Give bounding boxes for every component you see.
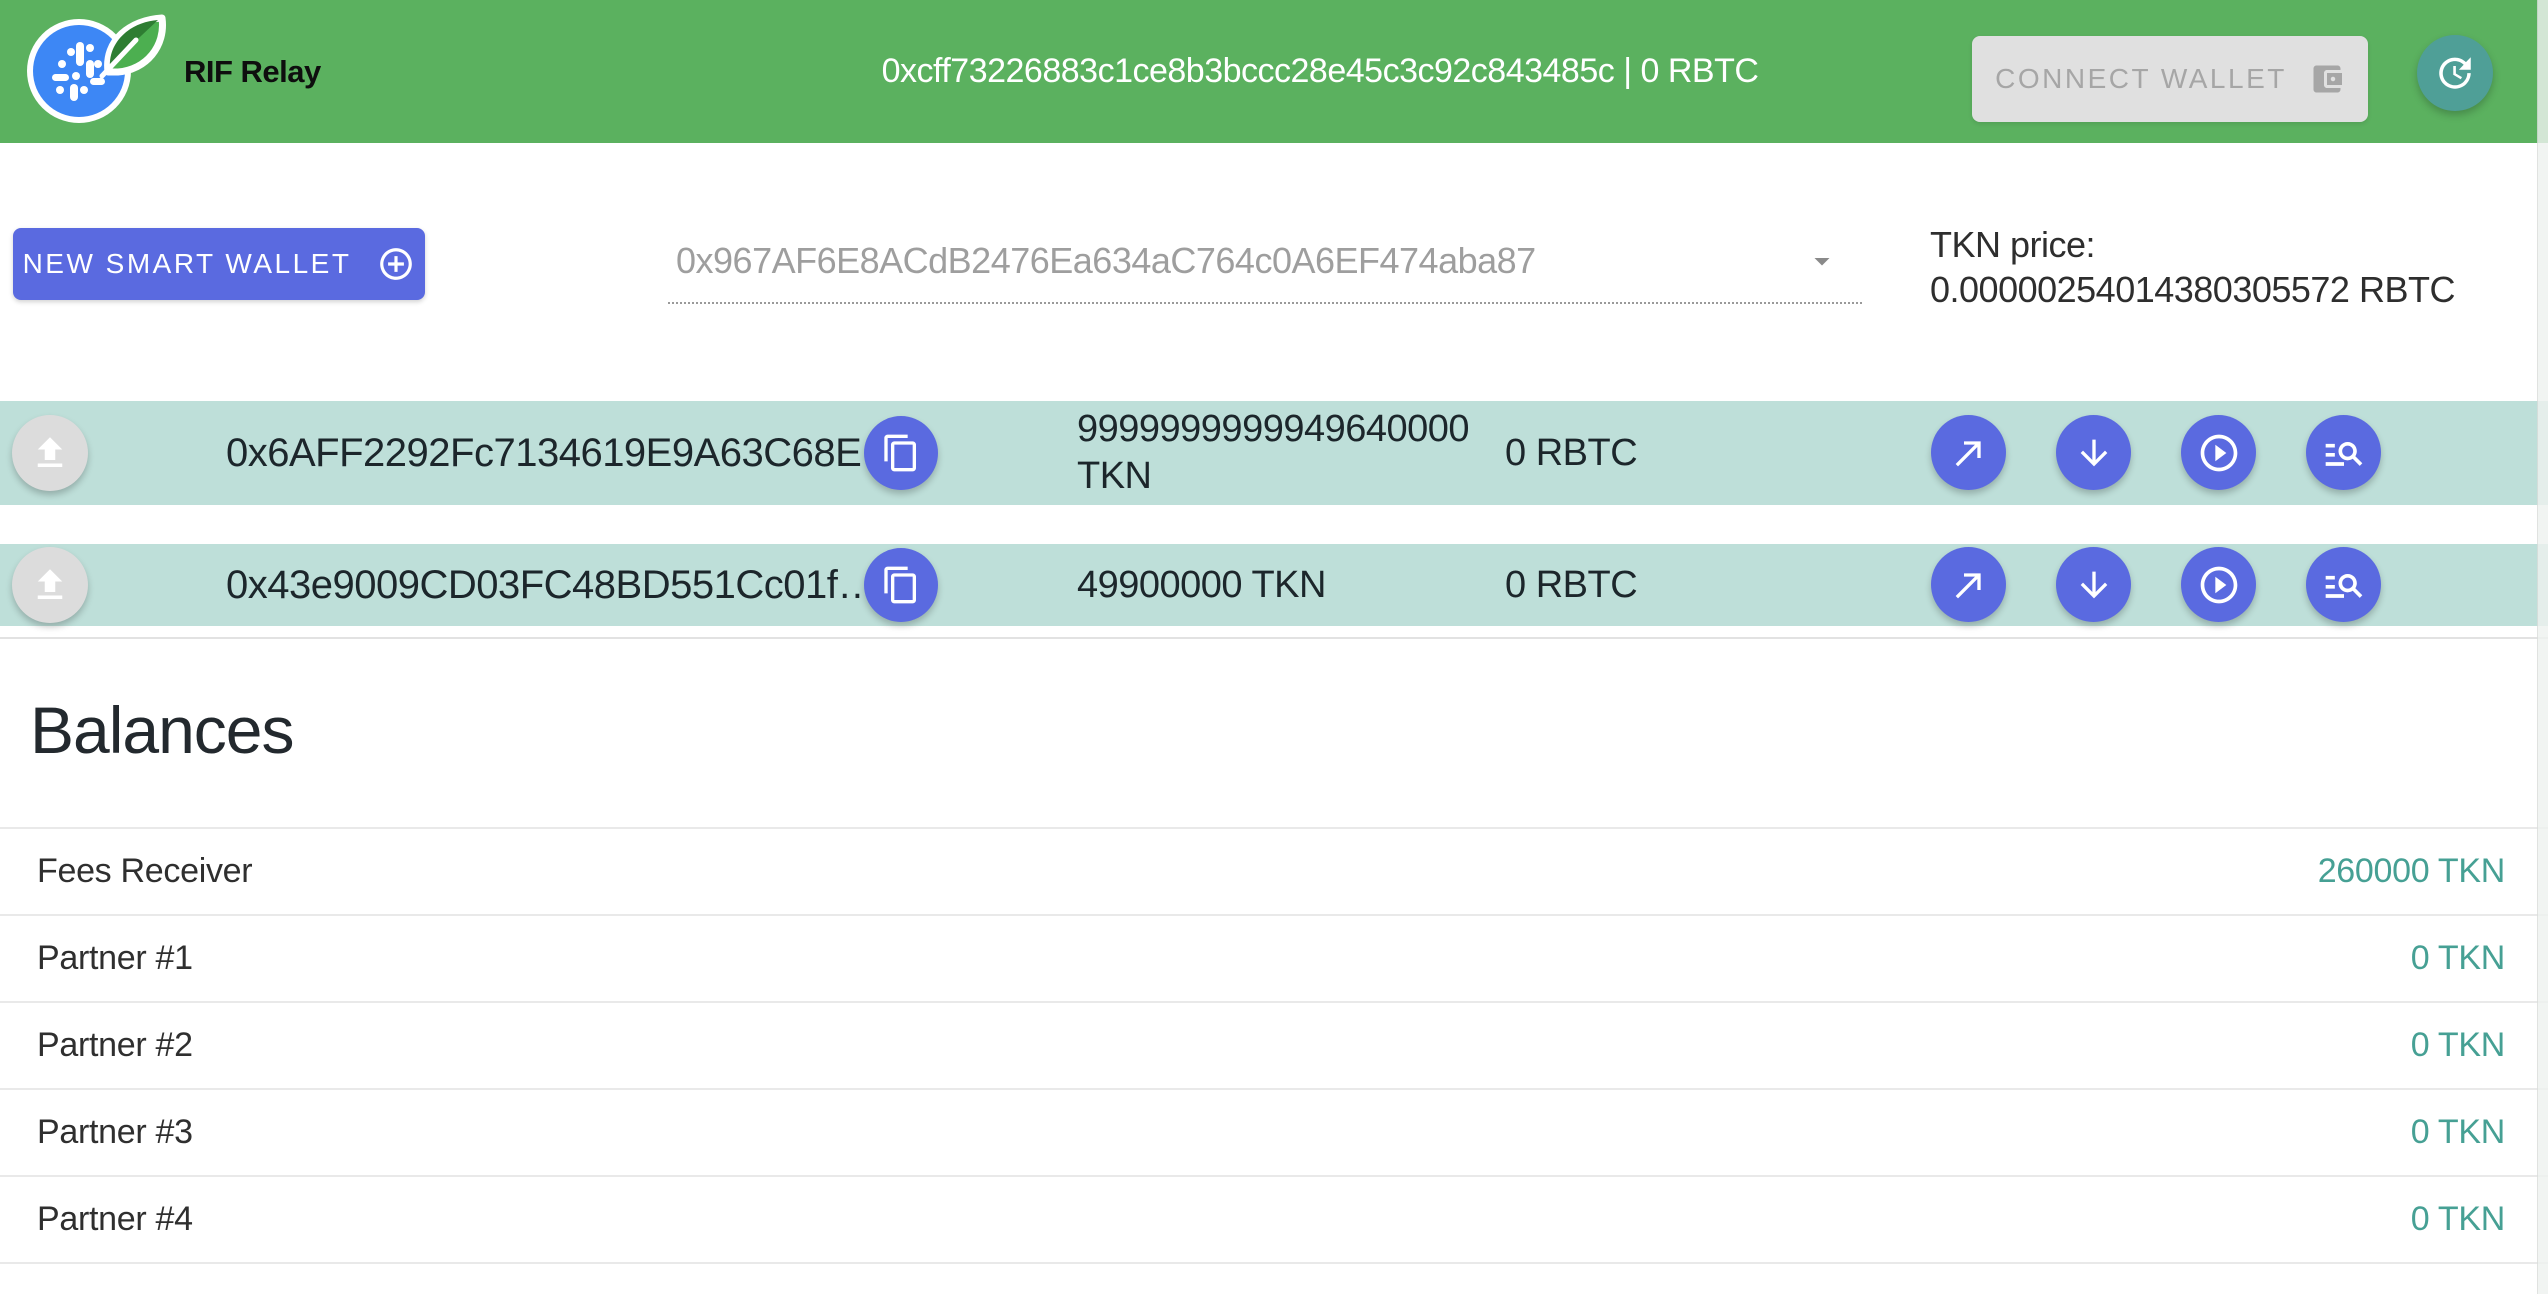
inspect-transactions-button[interactable] xyxy=(2306,547,2381,622)
page-title: RIF Relay xyxy=(184,0,321,143)
balance-label: Partner #2 xyxy=(37,1026,193,1065)
refresh-button[interactable] xyxy=(2417,35,2493,111)
balance-label: Partner #3 xyxy=(37,1113,193,1152)
deploy-wallet-button[interactable] xyxy=(12,547,88,623)
wallet-token-balance: 49900000 TKN xyxy=(1077,544,1487,626)
table-row: Fees Receiver 260000 TKN xyxy=(0,827,2548,914)
new-smart-wallet-label: NEW SMART WALLET xyxy=(23,248,352,280)
balances-title: Balances xyxy=(30,692,294,768)
token-price-label: TKN price: xyxy=(1930,222,2455,267)
copy-icon xyxy=(881,565,921,605)
deploy-wallet-button[interactable] xyxy=(12,415,88,491)
update-icon xyxy=(2434,52,2476,94)
balances-table: Fees Receiver 260000 TKN Partner #1 0 TK… xyxy=(0,827,2548,1264)
arrow-down-icon xyxy=(2074,433,2114,473)
section-divider xyxy=(0,637,2548,639)
copy-address-button[interactable] xyxy=(864,548,938,622)
token-price: TKN price: 0.00000254014380305572 RBTC xyxy=(1930,222,2455,312)
transfer-button[interactable] xyxy=(1931,547,2006,622)
table-row: Partner #3 0 TKN xyxy=(0,1088,2548,1175)
new-smart-wallet-button[interactable]: NEW SMART WALLET xyxy=(13,228,425,300)
app-bar: RIF Relay 0xcff73226883c1ce8b3bccc28e45c… xyxy=(0,0,2548,143)
execute-button[interactable] xyxy=(2181,547,2256,622)
balance-label: Fees Receiver xyxy=(37,852,252,891)
rif-logo-icon xyxy=(24,8,184,134)
balance-value: 0 TKN xyxy=(2411,1113,2505,1152)
copy-address-button[interactable] xyxy=(864,416,938,490)
upload-icon xyxy=(29,564,71,606)
arrow-up-right-icon xyxy=(1949,433,1989,473)
wallet-rbtc-balance: 0 RBTC xyxy=(1505,544,1637,626)
balance-label: Partner #1 xyxy=(37,939,193,978)
app: RIF Relay 0xcff73226883c1ce8b3bccc28e45c… xyxy=(0,0,2548,1294)
copy-icon xyxy=(881,433,921,473)
inspect-transactions-button[interactable] xyxy=(2306,415,2381,490)
manage-search-icon xyxy=(2322,563,2366,607)
wallet-address: 0x43e9009CD03FC48BD551Cc01f… xyxy=(226,544,877,626)
balance-label: Partner #4 xyxy=(37,1200,193,1239)
play-circle-icon xyxy=(2197,431,2241,475)
token-price-value: 0.00000254014380305572 RBTC xyxy=(1930,267,2455,312)
play-circle-icon xyxy=(2197,563,2241,607)
table-row: Partner #4 0 TKN xyxy=(0,1175,2548,1262)
smart-wallet-row: 0x43e9009CD03FC48BD551Cc01f… 49900000 TK… xyxy=(0,544,2548,626)
balance-value: 260000 TKN xyxy=(2318,852,2505,891)
smart-wallet-select-value: 0x967AF6E8ACdB2476Ea634aC764c0A6EF474aba… xyxy=(668,240,1536,282)
table-row: Partner #2 0 TKN xyxy=(0,1001,2548,1088)
smart-wallet-toolbar: NEW SMART WALLET 0x967AF6E8ACdB2476Ea634… xyxy=(0,143,2548,353)
add-circle-icon xyxy=(377,245,415,283)
manage-search-icon xyxy=(2322,431,2366,475)
receive-button[interactable] xyxy=(2056,547,2131,622)
connect-wallet-button[interactable]: CONNECT WALLET xyxy=(1972,36,2368,122)
balance-value: 0 TKN xyxy=(2411,939,2505,978)
wallet-token-balance: 9999999999949640000 TKN xyxy=(1077,406,1487,500)
arrow-up-right-icon xyxy=(1949,565,1989,605)
execute-button[interactable] xyxy=(2181,415,2256,490)
balance-value: 0 TKN xyxy=(2411,1026,2505,1065)
smart-wallet-row: 0x6AFF2292Fc7134619E9A63C68E… 9999999999… xyxy=(0,401,2548,505)
receive-button[interactable] xyxy=(2056,415,2131,490)
arrow-down-icon xyxy=(2074,565,2114,605)
table-row: Partner #1 0 TKN xyxy=(0,914,2548,1001)
chevron-down-icon xyxy=(1804,243,1840,279)
wallet-rbtc-balance: 0 RBTC xyxy=(1505,401,1637,505)
transfer-button[interactable] xyxy=(1931,415,2006,490)
wallet-icon xyxy=(2309,61,2345,97)
upload-icon xyxy=(29,432,71,474)
connect-wallet-label: CONNECT WALLET xyxy=(1995,63,2287,95)
balance-value: 0 TKN xyxy=(2411,1200,2505,1239)
wallet-address: 0x6AFF2292Fc7134619E9A63C68E… xyxy=(226,401,901,505)
vertical-scrollbar[interactable] xyxy=(2537,0,2548,1294)
account-address-balance: 0xcff73226883c1ce8b3bccc28e45c3c92c84348… xyxy=(860,0,1780,143)
smart-wallet-select[interactable]: 0x967AF6E8ACdB2476Ea634aC764c0A6EF474aba… xyxy=(668,220,1862,304)
